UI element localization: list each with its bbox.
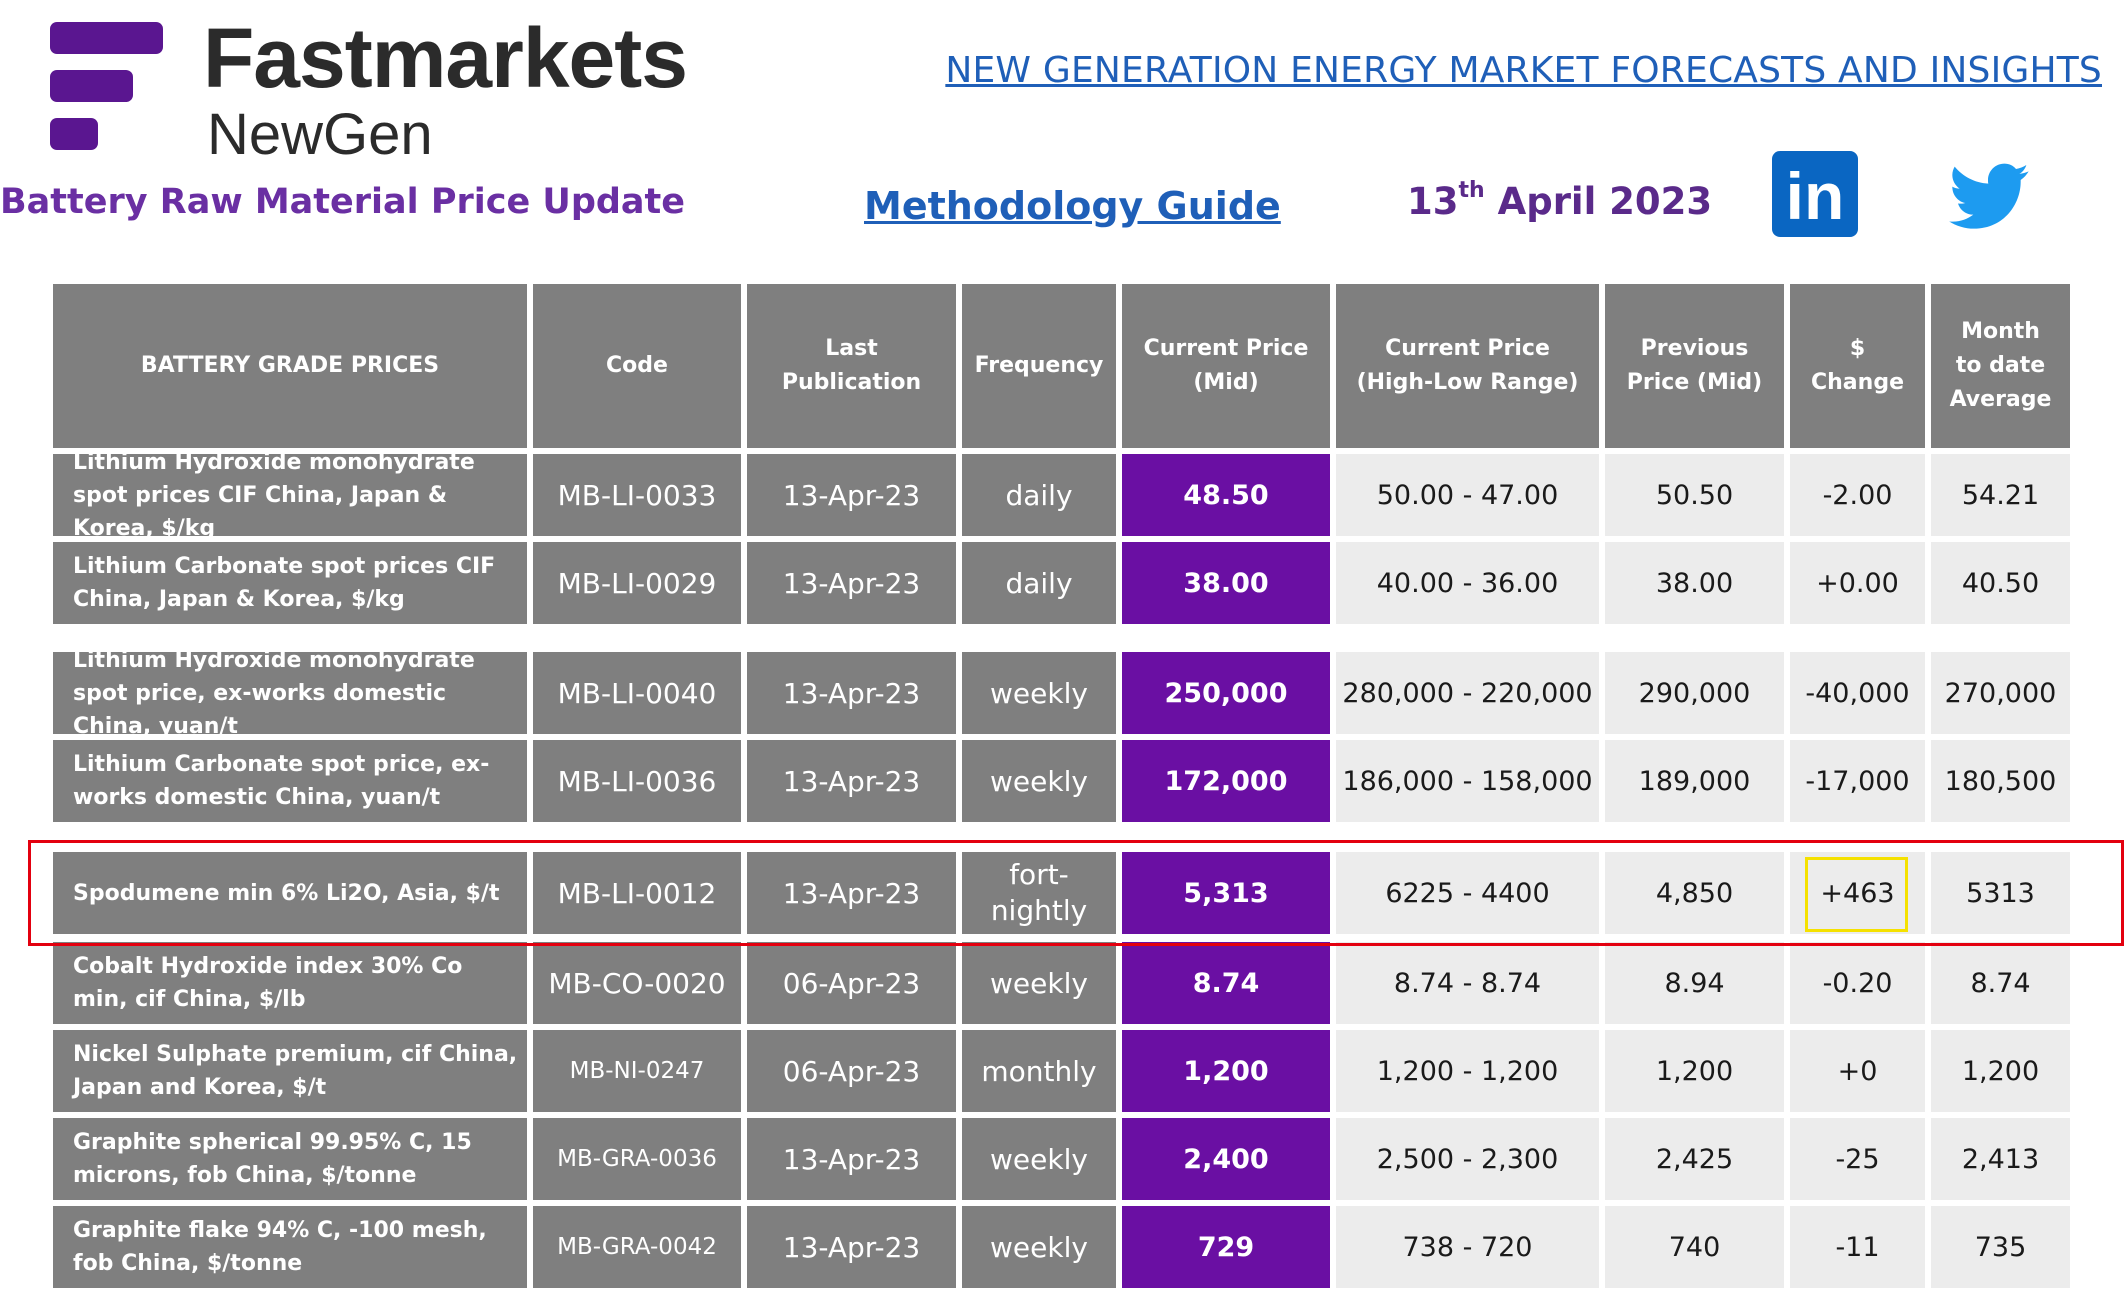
table-cell-freq: weekly: [962, 1206, 1116, 1288]
col-header-frequency: Frequency: [962, 284, 1116, 448]
linkedin-icon-text: in: [1786, 159, 1845, 233]
table-cell-range: 8.74 - 8.74: [1336, 942, 1599, 1024]
methodology-guide-link[interactable]: Methodology Guide: [864, 184, 1281, 228]
table-cell-prev: 50.50: [1605, 454, 1784, 536]
table-cell-change: -2.00: [1790, 454, 1925, 536]
table-cell-mid: 8.74: [1122, 942, 1330, 1024]
table-cell-code: MB-NI-0247: [533, 1030, 741, 1112]
table-cell-name: Nickel Sulphate premium, cif China, Japa…: [53, 1030, 527, 1112]
table-cell-name: Cobalt Hydroxide index 30% Co min, cif C…: [53, 942, 527, 1024]
brand-subname: NewGen: [207, 102, 433, 167]
table-cell-prev: 290,000: [1605, 652, 1784, 734]
col-header-battery-grade-prices: BATTERY GRADE PRICES: [53, 284, 527, 448]
col-header-last-publication: Last Publication: [747, 284, 956, 448]
col-header-current-price-range: Current Price (High-Low Range): [1336, 284, 1599, 448]
date-day: 13: [1407, 180, 1459, 223]
table-cell-mtd: 180,500: [1931, 740, 2070, 822]
table-cell-code: MB-LI-0040: [533, 652, 741, 734]
table-cell-mid: 38.00: [1122, 542, 1330, 624]
table-cell-code: MB-CO-0020: [533, 942, 741, 1024]
table-cell-change: -11: [1790, 1206, 1925, 1288]
report-date: 13th April 2023: [1407, 178, 1713, 223]
table-cell-change: -0.20: [1790, 942, 1925, 1024]
table-cell-change: +0.00: [1790, 542, 1925, 624]
table-cell-prev: 189,000: [1605, 740, 1784, 822]
table-cell-prev: 38.00: [1605, 542, 1784, 624]
col-header-previous-price-mid: Previous Price (Mid): [1605, 284, 1784, 448]
table-cell-last: 13-Apr-23: [747, 652, 956, 734]
table-cell-last: 13-Apr-23: [747, 1118, 956, 1200]
col-header-current-price-mid: Current Price (Mid): [1122, 284, 1330, 448]
table-cell-name: Lithium Hydroxide monohydrate spot price…: [53, 454, 527, 536]
table-cell-mid: 1,200: [1122, 1030, 1330, 1112]
table-cell-change: -17,000: [1790, 740, 1925, 822]
table-cell-range: 280,000 - 220,000: [1336, 652, 1599, 734]
table-cell-last: 13-Apr-23: [747, 1206, 956, 1288]
col-header-code: Code: [533, 284, 741, 448]
table-cell-mid: 2,400: [1122, 1118, 1330, 1200]
table-cell-mtd: 735: [1931, 1206, 2070, 1288]
table-cell-range: 2,500 - 2,300: [1336, 1118, 1599, 1200]
table-cell-freq: weekly: [962, 942, 1116, 1024]
table-cell-mtd: 40.50: [1931, 542, 2070, 624]
table-cell-mid: 48.50: [1122, 454, 1330, 536]
table-cell-range: 738 - 720: [1336, 1206, 1599, 1288]
table-cell-prev: 1,200: [1605, 1030, 1784, 1112]
table-cell-code: MB-LI-0033: [533, 454, 741, 536]
table-cell-freq: monthly: [962, 1030, 1116, 1112]
table-cell-freq: daily: [962, 542, 1116, 624]
table-cell-freq: weekly: [962, 1118, 1116, 1200]
table-cell-prev: 8.94: [1605, 942, 1784, 1024]
spodumene-change-highlight: [1805, 857, 1908, 932]
table-cell-freq: daily: [962, 454, 1116, 536]
table-cell-code: MB-LI-0029: [533, 542, 741, 624]
table-cell-mtd: 270,000: [1931, 652, 2070, 734]
table-cell-change: +0: [1790, 1030, 1925, 1112]
table-cell-freq: weekly: [962, 652, 1116, 734]
table-cell-prev: 2,425: [1605, 1118, 1784, 1200]
table-cell-mtd: 1,200: [1931, 1030, 2070, 1112]
brand-wordmark: Fastmarkets NewGen: [203, 8, 688, 167]
col-header-dollar-change: $ Change: [1790, 284, 1925, 448]
col-header-month-to-date-average: Month to date Average: [1931, 284, 2070, 448]
table-cell-name: Lithium Carbonate spot price, ex-works d…: [53, 740, 527, 822]
newgen-forecasts-link[interactable]: NEW GENERATION ENERGY MARKET FORECASTS A…: [945, 50, 2102, 91]
table-cell-prev: 740: [1605, 1206, 1784, 1288]
table-cell-range: 186,000 - 158,000: [1336, 740, 1599, 822]
table-cell-name: Graphite spherical 99.95% C, 15 microns,…: [53, 1118, 527, 1200]
table-cell-range: 40.00 - 36.00: [1336, 542, 1599, 624]
table-cell-code: MB-GRA-0042: [533, 1206, 741, 1288]
table-cell-last: 06-Apr-23: [747, 942, 956, 1024]
date-suffix: th: [1458, 178, 1485, 203]
date-month-year: April 2023: [1484, 180, 1713, 223]
table-cell-last: 13-Apr-23: [747, 740, 956, 822]
page-subtitle: Battery Raw Material Price Update: [0, 182, 686, 222]
table-cell-mid: 729: [1122, 1206, 1330, 1288]
table-cell-last: 13-Apr-23: [747, 454, 956, 536]
table-cell-code: MB-LI-0036: [533, 740, 741, 822]
table-cell-name: Graphite flake 94% C, -100 mesh, fob Chi…: [53, 1206, 527, 1288]
table-cell-mtd: 2,413: [1931, 1118, 2070, 1200]
table-cell-range: 50.00 - 47.00: [1336, 454, 1599, 536]
twitter-icon[interactable]: [1944, 156, 2036, 236]
table-cell-code: MB-GRA-0036: [533, 1118, 741, 1200]
table-cell-mid: 172,000: [1122, 740, 1330, 822]
fastmarkets-logo-mark: [50, 22, 165, 150]
table-cell-last: 06-Apr-23: [747, 1030, 956, 1112]
table-cell-last: 13-Apr-23: [747, 542, 956, 624]
table-cell-name: Lithium Hydroxide monohydrate spot price…: [53, 652, 527, 734]
table-cell-change: -40,000: [1790, 652, 1925, 734]
table-cell-mtd: 8.74: [1931, 942, 2070, 1024]
table-cell-range: 1,200 - 1,200: [1336, 1030, 1599, 1112]
linkedin-icon[interactable]: in: [1772, 151, 1858, 237]
brand-name: Fastmarkets: [203, 11, 688, 105]
table-cell-change: -25: [1790, 1118, 1925, 1200]
table-cell-mid: 250,000: [1122, 652, 1330, 734]
table-cell-freq: weekly: [962, 740, 1116, 822]
table-cell-mtd: 54.21: [1931, 454, 2070, 536]
table-cell-name: Lithium Carbonate spot prices CIF China,…: [53, 542, 527, 624]
